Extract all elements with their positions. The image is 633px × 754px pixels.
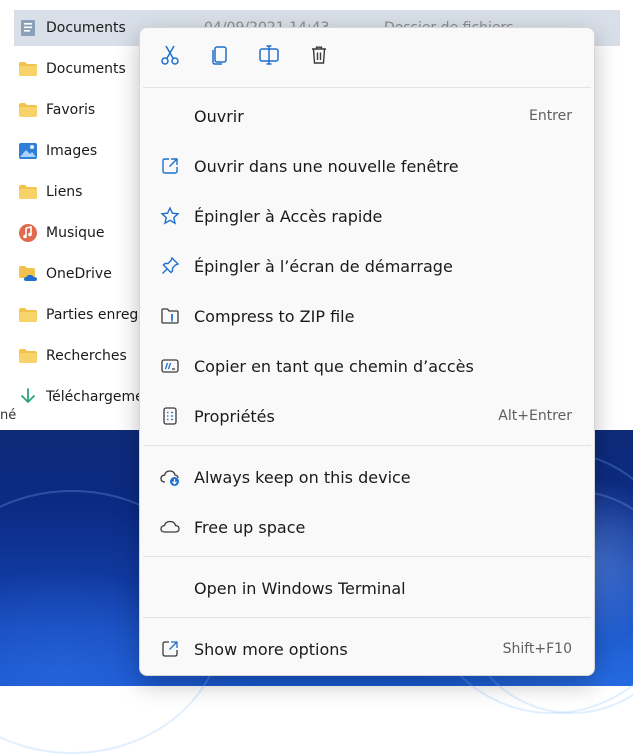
menu-item-properties[interactable]: Propriétés Alt+Entrer [144, 393, 590, 439]
menu-item-label: Free up space [194, 517, 306, 537]
menu-item-label: Ouvrir [194, 106, 244, 126]
folder-icon [18, 346, 38, 366]
folder-icon [18, 182, 38, 202]
document-library-icon [18, 18, 38, 38]
menu-separator [143, 556, 591, 557]
folder-icon [18, 59, 38, 79]
menu-item-show-more-options[interactable]: Show more options Shift+F10 [144, 626, 590, 672]
menu-item-label: Always keep on this device [194, 467, 411, 487]
menu-item-ouvrir[interactable]: Ouvrir Entrer [144, 93, 590, 139]
download-icon [18, 387, 38, 407]
menu-item-open-new-window[interactable]: Ouvrir dans une nouvelle fenêtre [144, 143, 590, 189]
menu-item-shortcut: Shift+F10 [502, 641, 572, 657]
menu-item-pin-quick-access[interactable]: Épingler à Accès rapide [144, 193, 590, 239]
rename-icon [258, 44, 280, 70]
menu-item-label: Épingler à l’écran de démarrage [194, 256, 453, 276]
menu-item-shortcut: Alt+Entrer [498, 408, 572, 424]
menu-item-shortcut: Entrer [528, 108, 572, 124]
delete-icon [308, 44, 330, 70]
file-name: Documents [46, 20, 126, 36]
context-menu: Ouvrir Entrer Ouvrir dans une nouvelle f… [139, 27, 595, 676]
file-name: Favoris [46, 102, 96, 118]
file-name: Images [46, 143, 98, 159]
menu-item-open-terminal[interactable]: Open in Windows Terminal [144, 565, 590, 611]
onedrive-folder-icon [18, 264, 38, 284]
copy-path-icon [158, 354, 182, 378]
menu-item-label: Show more options [194, 639, 348, 659]
rename-button[interactable] [251, 40, 287, 74]
folder-icon [18, 100, 38, 120]
cut-button[interactable] [152, 40, 188, 74]
file-row-liens[interactable]: Liens [14, 174, 82, 210]
file-row-favoris[interactable]: Favoris [14, 92, 95, 128]
file-name: Documents [46, 61, 126, 77]
file-row-musique[interactable]: Musique [14, 215, 105, 251]
menu-item-copy-path[interactable]: Copier en tant que chemin d’accès [144, 343, 590, 389]
menu-item-label: Copier en tant que chemin d’accès [194, 356, 474, 376]
open-new-window-icon [158, 154, 182, 178]
context-menu-toolbar [140, 28, 594, 86]
copy-button[interactable] [201, 40, 237, 74]
cloud-download-icon [158, 465, 182, 489]
menu-item-label: Ouvrir dans une nouvelle fenêtre [194, 156, 459, 176]
images-icon [18, 141, 38, 161]
file-name: Recherches [46, 348, 127, 364]
menu-separator [143, 445, 591, 446]
status-bar-text: né [0, 408, 17, 423]
menu-item-always-keep[interactable]: Always keep on this device [144, 454, 590, 500]
menu-item-label: Épingler à Accès rapide [194, 206, 383, 226]
star-icon [158, 204, 182, 228]
file-row-onedrive[interactable]: OneDrive [14, 256, 112, 292]
zip-folder-icon [158, 304, 182, 328]
properties-icon [158, 404, 182, 428]
file-name: Liens [46, 184, 83, 200]
pin-icon [158, 254, 182, 278]
file-row-recherches[interactable]: Recherches [14, 338, 127, 374]
menu-item-label: Propriétés [194, 406, 275, 426]
menu-item-free-up-space[interactable]: Free up space [144, 504, 590, 550]
menu-item-label: Open in Windows Terminal [194, 578, 406, 598]
music-icon [18, 223, 38, 243]
menu-separator [143, 617, 591, 618]
file-row-documents[interactable]: Documents [14, 51, 126, 87]
more-options-icon [158, 637, 182, 661]
delete-button[interactable] [301, 40, 337, 74]
menu-item-label: Compress to ZIP file [194, 306, 355, 326]
menu-item-compress-zip[interactable]: Compress to ZIP file [144, 293, 590, 339]
menu-separator [143, 87, 591, 88]
cloud-icon [158, 515, 182, 539]
copy-icon [208, 44, 230, 70]
file-name: Musique [46, 225, 105, 241]
cut-icon [159, 44, 181, 70]
folder-icon [18, 305, 38, 325]
file-row-images[interactable]: Images [14, 133, 97, 169]
menu-item-pin-start[interactable]: Épingler à l’écran de démarrage [144, 243, 590, 289]
file-name: OneDrive [46, 266, 112, 282]
